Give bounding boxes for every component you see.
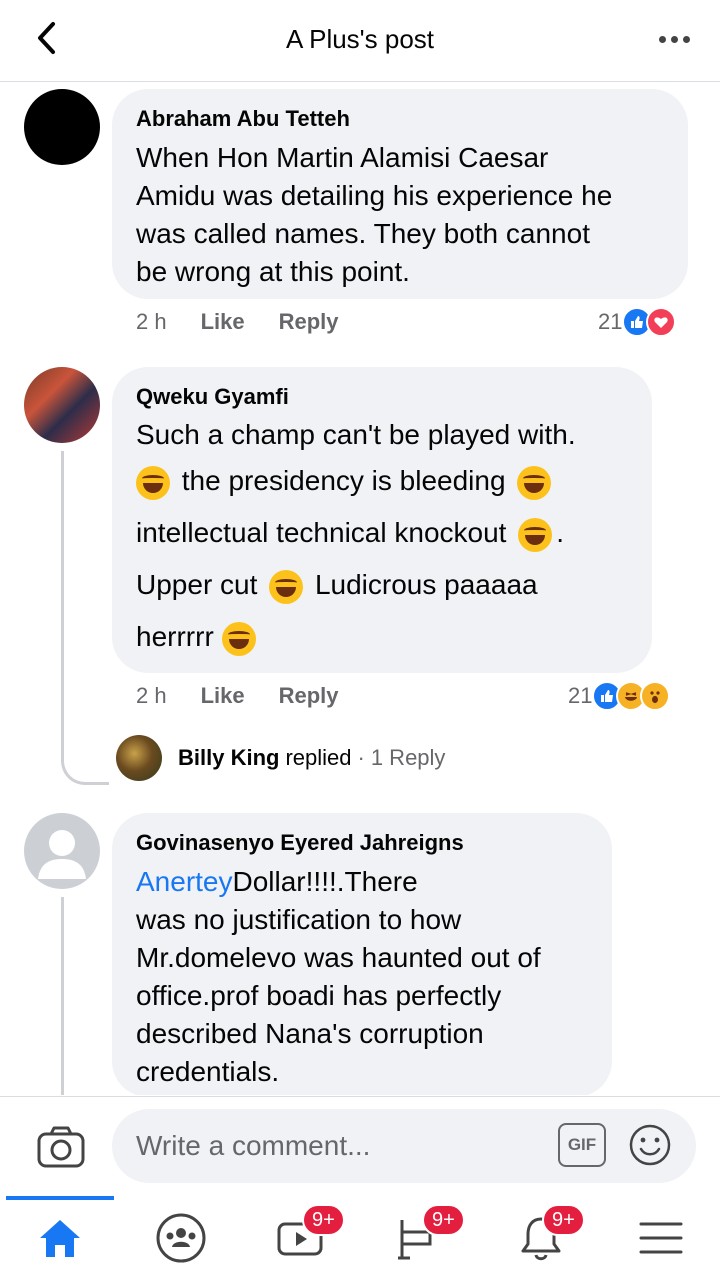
comment-bubble[interactable]: Govinasenyo Eyered Jahreigns AnerteyDoll… bbox=[112, 813, 612, 1095]
dot-icon bbox=[670, 35, 678, 43]
comment-line-text: Upper cut bbox=[136, 569, 258, 600]
laughing-emoji-icon bbox=[221, 621, 256, 656]
camera-icon bbox=[37, 1126, 85, 1168]
bottom-navigation: 9+ 9+ 9+ bbox=[0, 1196, 720, 1280]
comment-text: Such a champ can't be played with. the p… bbox=[136, 415, 628, 663]
comment-line: Amidu was detailing his experience he bbox=[136, 180, 613, 211]
comment-line: Such a champ can't be played with. bbox=[136, 419, 576, 450]
comment-composer: Write a comment... GIF bbox=[0, 1096, 720, 1196]
comment-input[interactable]: Write a comment... bbox=[112, 1109, 696, 1183]
comment-text: AnerteyDollar!!!!.There was no justifica… bbox=[136, 863, 588, 1091]
comment-line-text: Ludicrous paaaaa bbox=[314, 569, 538, 600]
watch-notification-badge: 9+ bbox=[302, 1204, 345, 1236]
dot-icon bbox=[682, 35, 690, 43]
comment-line-text: the presidency is bleeding bbox=[181, 465, 506, 496]
thread-connector bbox=[61, 751, 109, 785]
comment-line-text: intellectual technical knockout bbox=[136, 517, 507, 548]
comment-line-text: herrrrr bbox=[136, 621, 214, 652]
comment-bubble[interactable]: Qweku Gyamfi Such a champ can't be playe… bbox=[112, 367, 652, 673]
reply-verb: replied bbox=[285, 745, 352, 770]
reply-author[interactable]: Billy King bbox=[178, 745, 279, 771]
wow-reaction-icon bbox=[640, 681, 671, 711]
nav-marketplace[interactable]: 9+ bbox=[366, 1196, 476, 1280]
reaction-count: 21 bbox=[598, 309, 623, 334]
comment-line-text: Dollar!!!!.There bbox=[232, 866, 418, 897]
reply-separator: · bbox=[357, 745, 365, 770]
smiley-icon bbox=[629, 1124, 671, 1166]
laughing-emoji-icon bbox=[136, 465, 170, 500]
like-button[interactable]: Like bbox=[201, 309, 245, 335]
nav-notifications[interactable]: 9+ bbox=[486, 1196, 596, 1280]
avatar[interactable] bbox=[24, 367, 100, 443]
emoji-button[interactable] bbox=[628, 1123, 672, 1167]
dot-icon bbox=[658, 35, 666, 43]
laughing-emoji-icon bbox=[269, 569, 304, 604]
groups-icon bbox=[156, 1213, 206, 1263]
nav-watch[interactable]: 9+ bbox=[246, 1196, 356, 1280]
like-button[interactable]: Like bbox=[201, 683, 245, 709]
laughing-emoji-icon bbox=[517, 465, 552, 500]
laughing-emoji-icon bbox=[518, 517, 553, 552]
comment-time[interactable]: 2 h bbox=[136, 309, 167, 335]
comment-line: was no justification to how bbox=[136, 904, 462, 935]
comment-author[interactable]: Qweku Gyamfi bbox=[136, 383, 628, 411]
thread-line bbox=[61, 897, 64, 1095]
reply-button[interactable]: Reply bbox=[279, 309, 339, 335]
top-bar: A Plus's post bbox=[0, 0, 720, 82]
comment-line: herrrrr bbox=[136, 611, 628, 663]
camera-button[interactable] bbox=[36, 1125, 86, 1169]
reply-preview[interactable]: Billy King replied · 1 Reply bbox=[116, 735, 445, 781]
comment-line: the presidency is bleeding bbox=[136, 455, 628, 507]
nav-menu[interactable] bbox=[606, 1196, 716, 1280]
user-silhouette-icon bbox=[38, 830, 86, 879]
comment-line-text: . bbox=[556, 517, 565, 548]
gif-button[interactable]: GIF bbox=[558, 1123, 606, 1167]
page-title: A Plus's post bbox=[285, 24, 435, 54]
avatar[interactable] bbox=[24, 89, 100, 165]
reaction-count: 21 bbox=[568, 683, 593, 708]
comment-line: was called names. They both cannot bbox=[136, 218, 590, 249]
comment-line: AnerteyDollar!!!!.There bbox=[136, 863, 588, 901]
reply-avatar[interactable] bbox=[116, 735, 162, 781]
home-icon bbox=[40, 1220, 80, 1257]
comment-text: When Hon Martin Alamisi Caesar Amidu was… bbox=[136, 139, 664, 291]
comment-line: Upper cut Ludicrous paaaaa bbox=[136, 559, 628, 611]
notifications-badge: 9+ bbox=[542, 1204, 585, 1236]
comment-time[interactable]: 2 h bbox=[136, 683, 167, 709]
thread-line bbox=[61, 451, 64, 751]
comment-author[interactable]: Abraham Abu Tetteh bbox=[136, 105, 664, 133]
comment-line: intellectual technical knockout . bbox=[136, 507, 628, 559]
comment-line: When Hon Martin Alamisi Caesar bbox=[136, 142, 549, 173]
comment-actions: 2 h Like Reply bbox=[136, 683, 339, 709]
love-reaction-icon bbox=[646, 307, 677, 337]
mention-link[interactable]: Anertey bbox=[136, 866, 233, 897]
reply-button[interactable]: Reply bbox=[279, 683, 339, 709]
more-options-button[interactable] bbox=[654, 24, 694, 54]
comment-bubble[interactable]: Abraham Abu Tetteh When Hon Martin Alami… bbox=[112, 89, 688, 299]
reaction-summary[interactable]: 21 bbox=[598, 307, 677, 337]
comment-line: credentials. bbox=[136, 1056, 280, 1087]
default-avatar[interactable] bbox=[24, 813, 100, 889]
comments-feed[interactable]: Abraham Abu Tetteh When Hon Martin Alami… bbox=[0, 83, 720, 1095]
nav-groups[interactable] bbox=[126, 1196, 236, 1280]
comment-line: office.prof boadi has perfectly bbox=[136, 980, 502, 1011]
marketplace-notification-badge: 9+ bbox=[422, 1204, 465, 1236]
reaction-summary[interactable]: 21 bbox=[568, 681, 671, 711]
comment-line: Mr.domelevo was haunted out of bbox=[136, 942, 541, 973]
comment-author[interactable]: Govinasenyo Eyered Jahreigns bbox=[136, 829, 588, 857]
hamburger-menu-icon bbox=[639, 1222, 683, 1254]
reply-count[interactable]: 1 Reply bbox=[371, 745, 446, 771]
nav-home[interactable] bbox=[5, 1196, 115, 1280]
comment-line: described Nana's corruption bbox=[136, 1018, 484, 1049]
comment-actions: 2 h Like Reply bbox=[136, 309, 339, 335]
comment-line: be wrong at this point. bbox=[136, 256, 410, 287]
